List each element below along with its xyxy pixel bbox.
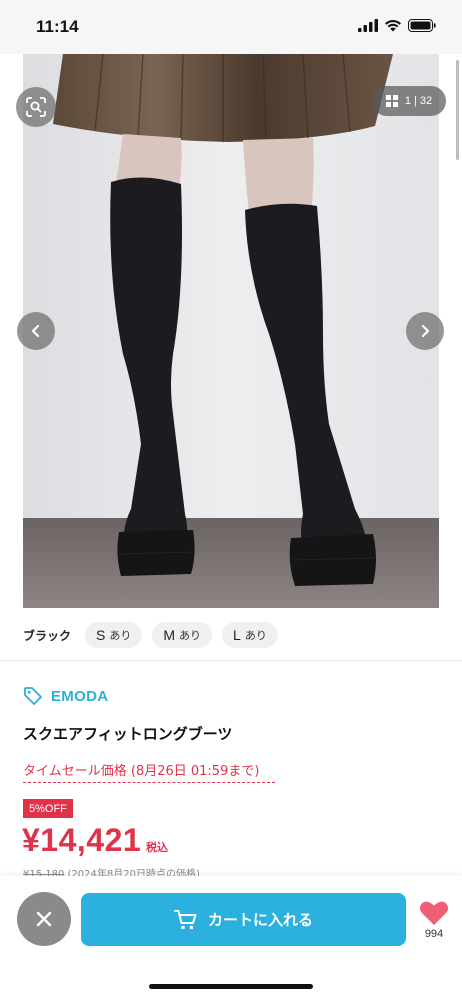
status-bar: 11:14 (0, 0, 462, 54)
bottom-action-bar: カートに入れる 994 (0, 876, 462, 999)
chevron-left-icon (31, 324, 40, 338)
close-icon (36, 911, 52, 927)
brand-link[interactable]: EMODA (23, 686, 108, 706)
image-search-button[interactable] (16, 87, 56, 127)
favorite-count: 994 (424, 928, 444, 940)
timesale-label[interactable]: タイムセール価格 (8月26日 01:59まで) (23, 760, 275, 783)
add-to-cart-label: カートに入れる (207, 911, 313, 929)
size-availability: あり (109, 629, 132, 642)
image-counter[interactable]: 1 | 32 (372, 86, 446, 116)
chevron-right-icon (421, 324, 430, 338)
product-image-gallery[interactable]: 1 | 32 (0, 54, 462, 608)
wifi-icon (385, 19, 401, 32)
add-to-cart-button[interactable]: カートに入れる (81, 893, 406, 946)
color-name: ブラック (23, 628, 72, 643)
product-photo-illustration (23, 54, 439, 608)
size-label: M (163, 627, 176, 643)
grid-icon (385, 95, 398, 107)
signal-icon (358, 19, 378, 32)
image-counter-current: 1 (404, 95, 411, 107)
tag-icon (24, 687, 42, 705)
tax-label: 税込 (146, 841, 168, 854)
size-availability: あり (244, 629, 267, 642)
heart-icon (419, 901, 449, 925)
cart-icon (173, 909, 197, 929)
size-chip-l[interactable]: L あり (222, 622, 278, 648)
product-name: スクエアフィットロングブーツ (23, 725, 233, 743)
discount-badge: 5%OFF (23, 799, 73, 818)
size-chip-m[interactable]: M あり (152, 622, 213, 648)
battery-icon (408, 19, 436, 32)
close-button[interactable] (17, 892, 71, 946)
favorite-button[interactable]: 994 (416, 900, 452, 946)
status-icons (358, 19, 436, 32)
size-label: S (96, 627, 106, 643)
image-search-icon (26, 97, 46, 117)
next-image-button[interactable] (406, 312, 444, 350)
sale-price: ¥14,421 (22, 822, 142, 858)
image-counter-separator: | (414, 95, 417, 107)
product-photo[interactable] (23, 54, 439, 608)
brand-name: EMODA (51, 687, 109, 705)
status-time: 11:14 (36, 17, 79, 36)
stock-row: ブラック S あり M あり L あり (23, 621, 278, 649)
previous-image-button[interactable] (17, 312, 55, 350)
image-counter-total: 32 (419, 95, 433, 107)
size-chip-s[interactable]: S あり (85, 622, 143, 648)
home-indicator[interactable] (149, 984, 313, 989)
size-availability: あり (179, 629, 202, 642)
section-divider (0, 660, 462, 661)
size-label: L (233, 627, 241, 643)
scroll-indicator[interactable] (456, 60, 459, 160)
